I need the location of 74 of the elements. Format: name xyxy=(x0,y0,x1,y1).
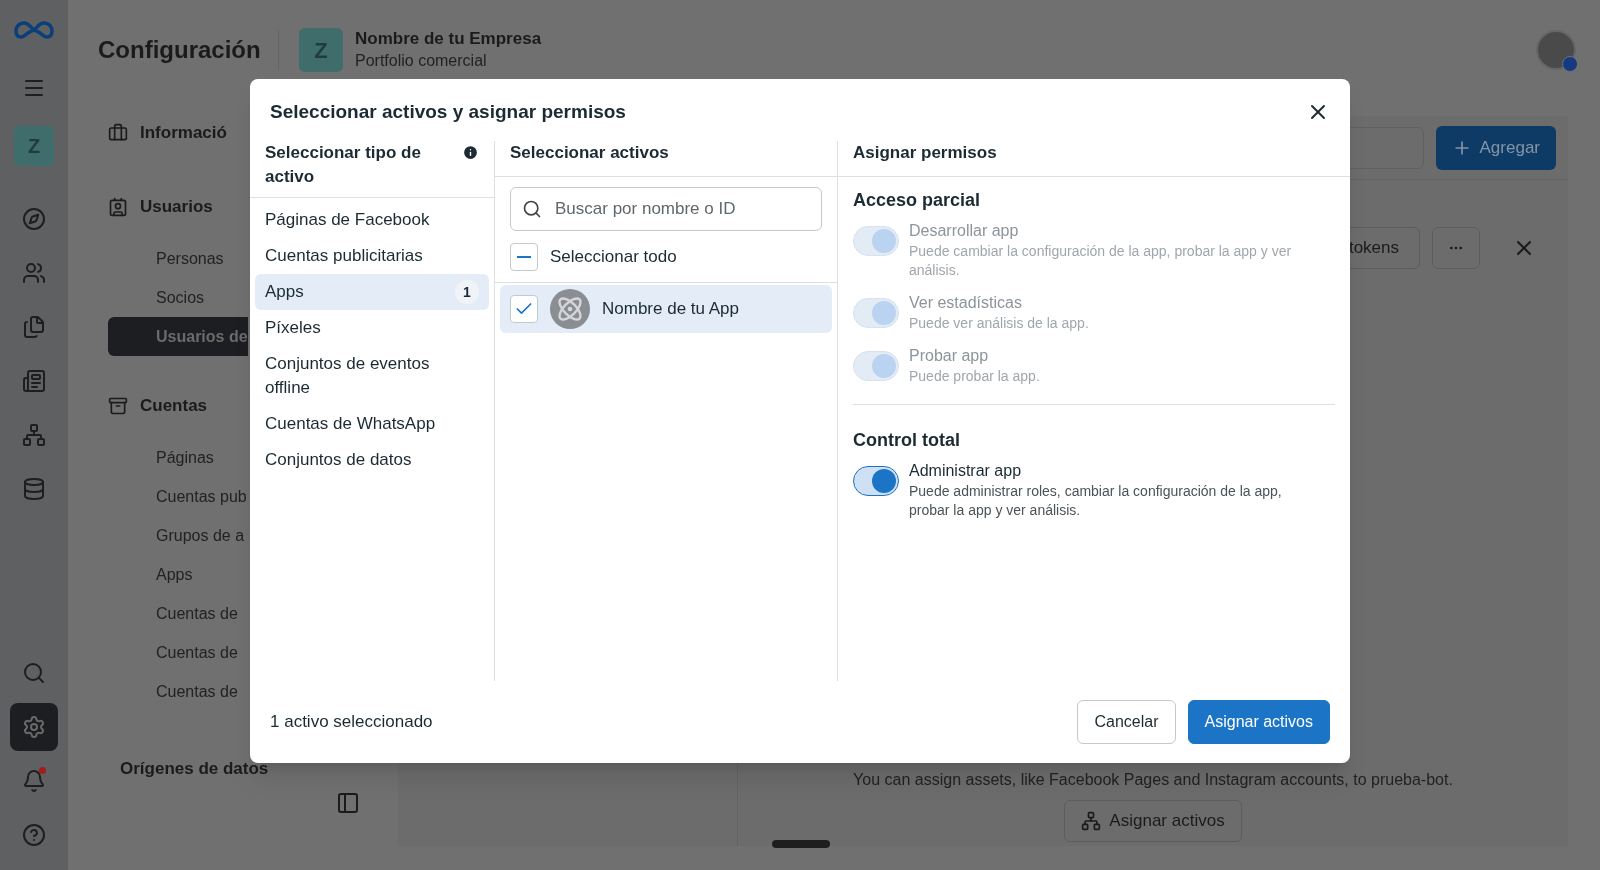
nav-item[interactable]: Cuentas de xyxy=(108,672,248,711)
asset-type-item[interactable]: Píxeles xyxy=(255,310,489,346)
nav-section-title[interactable]: Informació xyxy=(140,120,227,146)
profile-avatar[interactable] xyxy=(1536,30,1576,70)
assign-assets-button[interactable]: Asignar activos xyxy=(1064,800,1242,842)
asset-type-item[interactable]: Conjuntos de datos xyxy=(255,442,489,478)
panel-toggle-icon[interactable] xyxy=(336,791,360,815)
permission-description: Puede administrar roles, cambiar la configuración de la app, probar la app y ver análisis. xyxy=(909,482,1283,520)
asset-type-item[interactable]: Cuentas publicitarias xyxy=(255,238,489,274)
search-icon xyxy=(522,199,542,219)
nav-section-title[interactable]: Usuarios xyxy=(140,194,213,220)
nav-item[interactable]: Socios xyxy=(108,278,248,317)
toggle-switch[interactable] xyxy=(853,466,899,496)
select-all-label[interactable]: Seleccionar todo xyxy=(550,243,677,270)
documents-icon[interactable] xyxy=(22,315,46,339)
facebook-badge-icon xyxy=(1562,56,1578,72)
permission-name: Probar app xyxy=(909,346,990,366)
minus-icon xyxy=(517,255,531,258)
archive-icon xyxy=(108,396,128,416)
permission-name: Ver estadísticas xyxy=(909,293,1023,313)
nav-section-title[interactable]: Cuentas xyxy=(140,393,208,419)
business-name: Nombre de tu Empresa xyxy=(355,28,542,50)
help-icon xyxy=(22,823,46,847)
permission-group-title: Acceso parcial xyxy=(853,189,982,212)
database-icon[interactable] xyxy=(22,477,46,501)
contact-card-icon xyxy=(108,197,128,217)
home-indicator xyxy=(772,840,830,848)
nav-item[interactable]: Cuentas de xyxy=(108,633,248,672)
add-button[interactable]: Agregar xyxy=(1435,125,1556,170)
column-heading: Asignar permisos xyxy=(853,143,997,162)
nav-item[interactable]: Cuentas de xyxy=(108,594,248,633)
infinity-logo-icon xyxy=(14,18,54,42)
newspaper-icon[interactable] xyxy=(22,369,46,393)
nav-item[interactable]: Grupos de a xyxy=(108,516,248,555)
asset-type-item[interactable]: Conjuntos de eventos offline xyxy=(255,346,489,406)
checkbox[interactable] xyxy=(510,242,538,271)
nav-item[interactable]: Páginas xyxy=(108,438,248,477)
checkbox[interactable] xyxy=(510,295,538,323)
assign-assets-button[interactable]: Asignar activos xyxy=(1187,700,1330,744)
permission-description: Puede probar la app. xyxy=(909,367,1041,386)
briefcase-icon xyxy=(108,123,128,143)
nav-item[interactable]: Usuarios de xyxy=(108,317,248,356)
people-icon[interactable] xyxy=(22,261,46,285)
dialog-title: Seleccionar activos y asignar permisos xyxy=(270,99,626,124)
asset-type-item[interactable]: Apps 1 xyxy=(255,274,489,310)
count-badge: 1 xyxy=(455,280,479,304)
permission-description: Puede cambiar la configuración de la app, probar la app y ver análisis. xyxy=(909,242,1293,280)
permission-description: Puede ver análisis de la app. xyxy=(909,314,1090,333)
asset-type-item[interactable]: Cuentas de WhatsApp xyxy=(255,406,489,442)
permission-name: Administrar app xyxy=(909,461,1023,481)
search-icon xyxy=(22,661,46,685)
asset-row[interactable]: Nombre de tu App xyxy=(500,285,832,333)
info-icon[interactable] xyxy=(462,144,479,161)
business-subtitle: Portfolio comercial xyxy=(355,51,488,71)
settings-rail-button[interactable] xyxy=(10,703,58,751)
cancel-button[interactable]: Cancelar xyxy=(1077,700,1176,744)
nav-item[interactable]: Apps xyxy=(108,555,248,594)
permission-group-title: Control total xyxy=(853,429,961,452)
network-icon xyxy=(1081,811,1102,831)
column-heading: Seleccionar activos xyxy=(510,143,669,162)
nav-section-title[interactable]: Orígenes de datos xyxy=(120,756,269,782)
compass-icon[interactable] xyxy=(22,207,46,231)
nav-item[interactable]: Personas xyxy=(108,239,248,278)
atom-icon xyxy=(556,295,584,323)
page-title: Configuración xyxy=(98,35,262,65)
nav-item[interactable]: Cuentas pub xyxy=(108,477,248,516)
column-heading: Seleccionar tipo de activo xyxy=(265,142,422,188)
info-text: You can assign assets, like Facebook Pages and Instagram accounts, to prueba-bot. xyxy=(853,770,1453,790)
network-icon[interactable] xyxy=(22,423,46,447)
permission-name: Desarrollar app xyxy=(909,221,1020,241)
settings-icon xyxy=(22,715,46,739)
bell-icon xyxy=(22,769,46,793)
asset-type-item[interactable]: Páginas de Facebook xyxy=(255,202,489,238)
selection-summary: 1 activo seleccionado xyxy=(270,711,433,734)
